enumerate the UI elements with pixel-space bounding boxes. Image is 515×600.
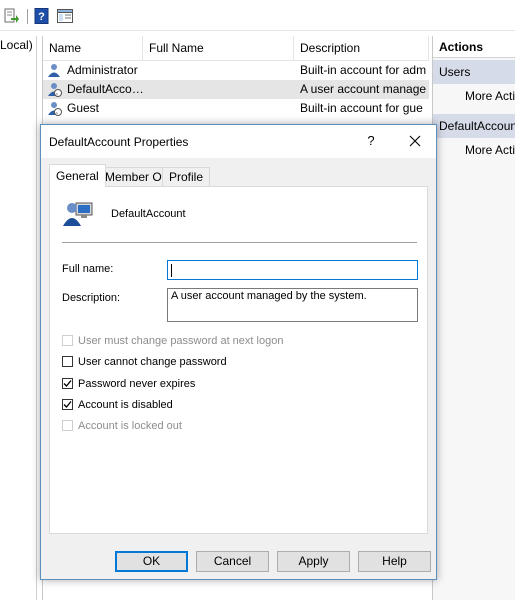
actions-header: Actions [433, 36, 515, 58]
list-header: Name Full Name Description [43, 36, 429, 61]
tree-pane: Local) [0, 36, 37, 600]
checkbox-label: User cannot change password [78, 356, 227, 368]
export-list-icon[interactable] [4, 8, 20, 24]
dialog-title: DefaultAccount Properties [49, 135, 189, 149]
disabled-user-icon [47, 82, 62, 97]
close-icon[interactable] [405, 131, 425, 151]
toolbar-separator [27, 9, 28, 24]
checkbox-box[interactable] [62, 335, 73, 346]
checkbox-label: Account is locked out [78, 420, 182, 432]
help-icon[interactable]: ? [34, 8, 50, 24]
user-name: Administrator [67, 63, 138, 77]
user-account-icon [62, 197, 94, 229]
user-description: Built-in account for adm [300, 63, 427, 77]
apply-button[interactable]: Apply [277, 551, 350, 572]
description-label: Description: [62, 292, 121, 304]
column-description-header[interactable]: Description [294, 36, 429, 60]
account-name: DefaultAccount [111, 208, 186, 220]
list-item[interactable]: Guest Built-in account for gue [43, 99, 429, 118]
ok-button[interactable]: OK [115, 551, 188, 572]
column-name-header[interactable]: Name [43, 36, 143, 60]
tree-node-label[interactable]: Local) [0, 38, 33, 52]
more-actions-link[interactable]: More Acti [465, 143, 515, 157]
actions-section-defaultaccount[interactable]: DefaultAccoun [433, 114, 515, 138]
description-value: A user account managed by the system. [171, 290, 367, 302]
user-icon [47, 63, 62, 78]
user-description: Built-in account for gue [300, 101, 423, 115]
help-dialog-button[interactable]: Help [358, 551, 431, 572]
actions-section-users[interactable]: Users [433, 60, 515, 84]
svg-text:?: ? [38, 11, 45, 23]
checkbox-label: Account is disabled [78, 399, 173, 411]
disabled-user-icon [47, 101, 62, 116]
user-name: DefaultAcco… [67, 82, 144, 96]
full-name-label: Full name: [62, 263, 114, 275]
checkmark-icon [63, 380, 72, 387]
user-name: Guest [67, 101, 100, 115]
help-button[interactable]: ? [361, 131, 381, 151]
toolbar: ? [0, 0, 515, 31]
checkbox-label: User must change password at next logon [78, 335, 284, 347]
list-item[interactable]: DefaultAcco… A user account manage [43, 80, 429, 99]
checkbox-box[interactable] [62, 420, 73, 431]
checkmark-icon [63, 401, 72, 408]
user-description: A user account manage [300, 82, 427, 96]
cancel-button[interactable]: Cancel [196, 551, 269, 572]
text-caret [171, 264, 172, 277]
properties-dialog: DefaultAccount Properties ? General Memb… [40, 124, 437, 580]
dialog-title-bar[interactable]: DefaultAccount Properties ? [41, 125, 436, 158]
column-fullname-header[interactable]: Full Name [143, 36, 294, 60]
tab-profile[interactable]: Profile [162, 167, 211, 186]
checkbox-box[interactable] [62, 356, 73, 367]
divider [62, 242, 417, 243]
more-actions-link[interactable]: More Acti [465, 89, 515, 103]
actions-pane: Actions Users More Acti DefaultAccoun Mo… [432, 36, 515, 600]
checkbox-label: Password never expires [78, 378, 196, 390]
general-tab-panel: DefaultAccount Full name: Description: A… [49, 186, 428, 534]
mmc-show-hide-icon[interactable] [57, 8, 73, 24]
checkbox-box[interactable] [62, 378, 73, 389]
checkbox-box[interactable] [62, 399, 73, 410]
full-name-field[interactable] [167, 260, 418, 280]
list-item[interactable]: Administrator Built-in account for adm [43, 61, 429, 80]
tab-general[interactable]: General [49, 164, 106, 187]
tab-member-of[interactable]: Member Of [98, 167, 173, 186]
description-field[interactable]: A user account managed by the system. [167, 288, 418, 322]
